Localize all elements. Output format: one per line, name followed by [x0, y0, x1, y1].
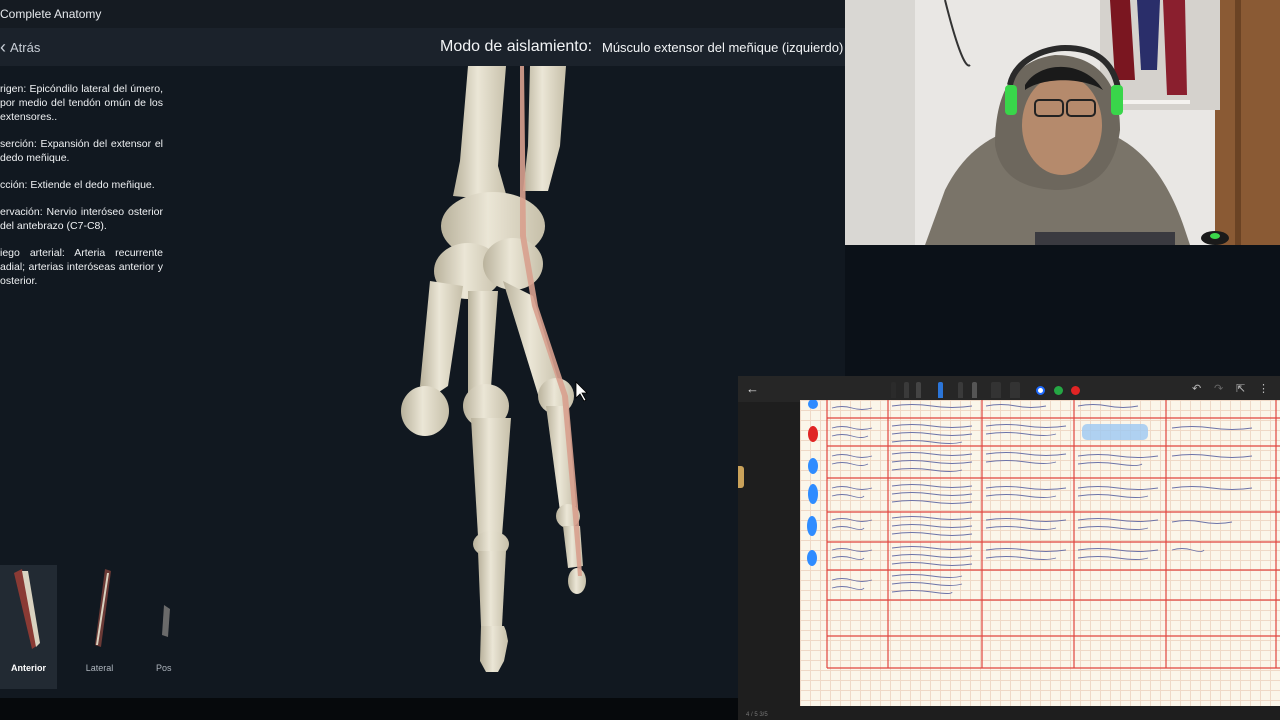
view-anterior-label: Anterior [10, 663, 46, 673]
hand-skeleton-model [401, 66, 588, 672]
lateral-arm-thumbnail [95, 569, 111, 647]
3d-viewport[interactable] [168, 66, 736, 696]
more-options-icon[interactable]: ⋮ [1258, 382, 1269, 395]
shapes-tool-icon[interactable] [1010, 382, 1020, 398]
view-lateral[interactable]: Lateral [71, 565, 128, 689]
undo-icon[interactable]: ↶ [1192, 382, 1201, 395]
posterior-arm-thumbnail [162, 605, 170, 637]
innervation-text: ervación: Nervio interóseo osterior del … [0, 206, 163, 232]
title-bar: Complete Anatomy [0, 0, 845, 28]
bottom-bar [0, 698, 738, 720]
anatomy-app-window: Complete Anatomy ‹ Atrás Modo de aislami… [0, 0, 845, 698]
view-lateral-label: Lateral [85, 663, 114, 673]
color-blue-dot[interactable] [1036, 386, 1045, 395]
isolated-muscle-name: Músculo extensor del meñique (izquierdo) [602, 40, 844, 55]
notebook-page[interactable] [800, 399, 1280, 706]
color-green-dot[interactable] [1054, 386, 1063, 395]
webcam-overlay [845, 0, 1280, 245]
eraser-tool-icon[interactable] [972, 382, 977, 398]
view-selector: Anterior Lateral Pos [0, 565, 180, 690]
sidebar-handle[interactable] [738, 466, 744, 488]
page-counter: 4 / 5 3/5 [746, 712, 768, 718]
brush-tool-icon[interactable] [958, 382, 963, 398]
notes-app-window: ← ↶ ↷ ⇱ ⋮ 4 / 5 3/5 [738, 376, 1280, 720]
isolation-mode-label: Modo de aislamiento: [440, 38, 593, 55]
lasso-tool-icon[interactable] [991, 382, 1001, 398]
muscle-info-panel: rigen: Epicóndilo lateral del úmero, por… [0, 82, 163, 301]
notes-toolbar: ← ↶ ↷ ⇱ ⋮ [738, 376, 1280, 402]
blood-supply-text: iego arterial: Arteria recurrente adial;… [0, 247, 163, 287]
color-red-dot[interactable] [1071, 386, 1080, 395]
view-posterior[interactable]: Pos [142, 565, 172, 689]
pen-tool-icon[interactable] [891, 382, 896, 398]
share-icon[interactable]: ⇱ [1236, 382, 1245, 395]
top-toolbar: ‹ Atrás Modo de aislamiento: Músculo ext… [0, 28, 845, 66]
notes-back-arrow-icon[interactable]: ← [746, 381, 759, 396]
chevron-left-icon: ‹ [0, 37, 6, 57]
action-text: cción: Extiende el dedo meñique. [0, 179, 155, 191]
handwritten-muscle-table [807, 399, 1280, 669]
pencil-tool-icon[interactable] [904, 382, 909, 398]
view-posterior-label: Pos [156, 663, 172, 673]
insertion-text: serción: Expansión del extensor el dedo … [0, 138, 163, 164]
view-anterior[interactable]: Anterior [0, 565, 57, 689]
marker-tool-icon[interactable] [916, 382, 921, 398]
highlighter-tool-icon[interactable] [938, 382, 943, 398]
webcam-video-frame [845, 0, 1280, 245]
back-button[interactable]: ‹ Atrás [0, 38, 40, 56]
redo-icon[interactable]: ↷ [1214, 382, 1223, 395]
anterior-arm-thumbnail [14, 569, 40, 649]
back-label: Atrás [10, 39, 41, 55]
origin-text: rigen: Epicóndilo lateral del úmero, por… [0, 83, 163, 123]
app-title: Complete Anatomy [0, 7, 102, 21]
